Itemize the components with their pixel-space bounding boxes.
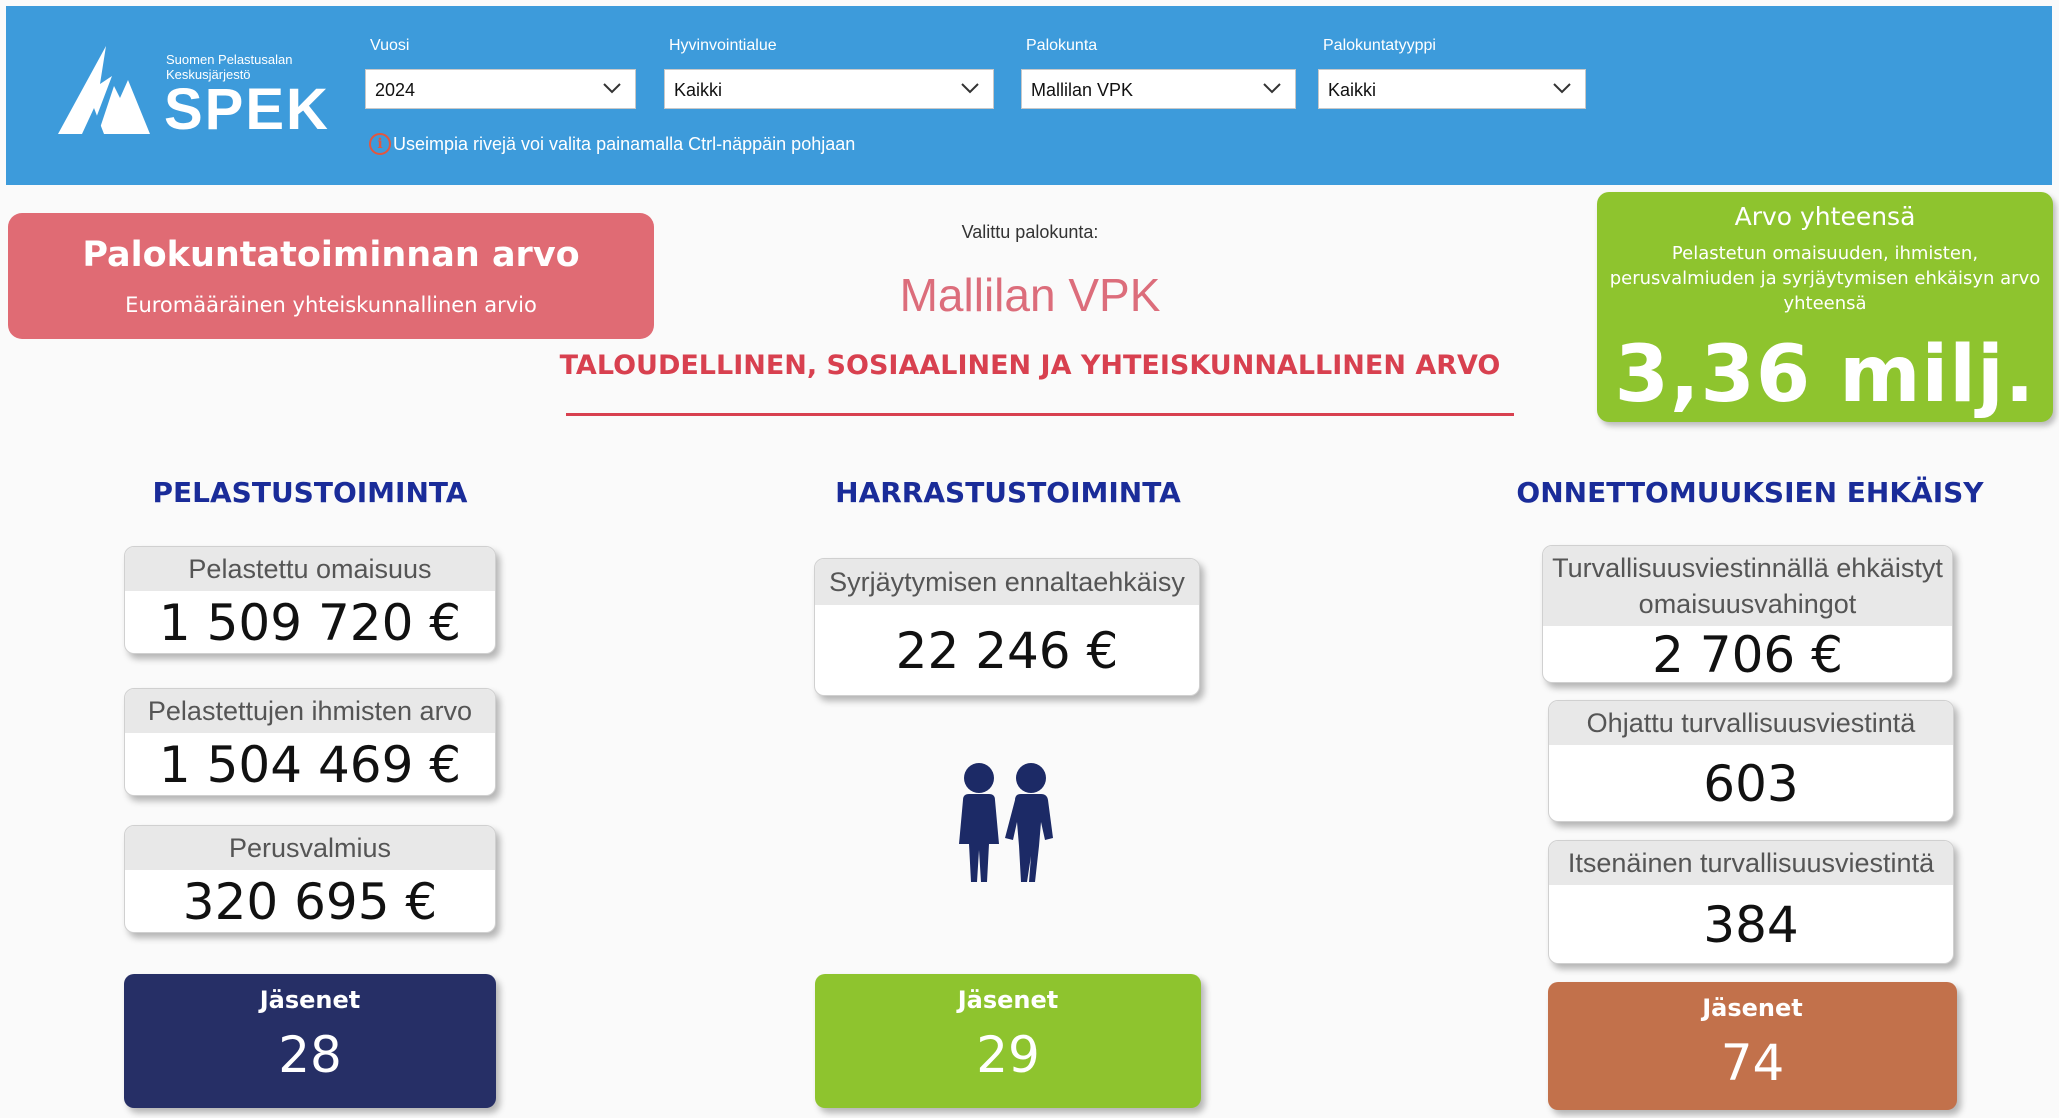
members-card-rescue: Jäsenet 28 — [124, 974, 496, 1108]
filter-type-select[interactable]: Kaikki — [1318, 69, 1586, 109]
members-card-prevention: Jäsenet 74 — [1548, 982, 1957, 1110]
metric-value: 603 — [1703, 755, 1799, 813]
filter-brigade-select[interactable]: Mallilan VPK — [1021, 69, 1296, 109]
selected-brigade-value: Mallilan VPK — [899, 269, 1161, 321]
chevron-down-icon — [961, 83, 979, 94]
value-heading: TALOUDELLINEN, SOSIAALINEN JA YHTEISKUNN… — [559, 350, 1501, 381]
filter-type-value: Kaikki — [1328, 80, 1377, 100]
filter-region-select[interactable]: Kaikki — [664, 69, 994, 109]
metric-card-rescued-property: Pelastettu omaisuus 1 509 720 € — [124, 546, 496, 654]
metric-label: Syrjäytymisen ennaltaehkäisy — [815, 559, 1199, 605]
metric-card-exclusion-prevention: Syrjäytymisen ennaltaehkäisy 22 246 € — [814, 558, 1200, 696]
filter-year-label: Vuosi — [370, 37, 410, 54]
summary-title: Palokuntatoiminnan arvo — [82, 235, 580, 275]
header-bar: Suomen Pelastusalan Keskusjärjestö SPEK … — [6, 6, 2052, 185]
summary-card: Palokuntatoiminnan arvo Euromääräinen yh… — [8, 213, 654, 339]
metric-label: Itsenäinen turvallisuusviestintä — [1549, 841, 1953, 885]
summary-subtitle: Euromääräinen yhteiskunnallinen arvio — [125, 293, 537, 317]
total-value: 3,36 milj. — [1614, 330, 2036, 420]
members-value: 29 — [976, 1026, 1040, 1084]
heading-divider — [566, 413, 1514, 416]
metric-card-rescued-people: Pelastettujen ihmisten arvo 1 504 469 € — [124, 688, 496, 796]
metric-card-readiness: Perusvalmius 320 695 € — [124, 825, 496, 933]
metric-card-prevented-damage: Turvallisuusviestinnällä ehkäistyt omais… — [1542, 545, 1953, 683]
metric-card-guided-communication: Ohjattu turvallisuusviestintä 603 — [1548, 700, 1954, 822]
info-icon: i — [369, 133, 391, 155]
total-value-card: Arvo yhteensä Pelastetun omaisuuden, ihm… — [1597, 192, 2053, 422]
metric-value: 1 504 469 € — [158, 736, 462, 794]
members-value: 74 — [1720, 1034, 1785, 1092]
metric-value: 384 — [1703, 896, 1799, 954]
metric-label: Perusvalmius — [125, 826, 495, 870]
filter-brigade-label: Palokunta — [1026, 37, 1098, 54]
members-card-hobby: Jäsenet 29 — [815, 974, 1201, 1108]
members-value: 28 — [278, 1026, 342, 1084]
members-label: Jäsenet — [259, 986, 361, 1014]
filter-region-label: Hyvinvointialue — [669, 37, 777, 54]
metric-value: 320 695 € — [182, 873, 438, 931]
metric-label: Pelastettu omaisuus — [125, 547, 495, 591]
members-label: Jäsenet — [957, 986, 1059, 1014]
hint-text: Useimpia rivejä voi valita painamalla Ct… — [393, 133, 856, 154]
filter-year-select[interactable]: 2024 — [365, 69, 636, 109]
logo-line1: Suomen Pelastusalan — [166, 52, 293, 67]
total-description: Pelastetun omaisuuden, ihmisten, perusva… — [1609, 243, 2041, 314]
spek-logo: Suomen Pelastusalan Keskusjärjestö SPEK — [54, 40, 328, 142]
metric-value: 2 706 € — [1652, 626, 1843, 683]
metric-value: 22 246 € — [895, 622, 1119, 680]
logo-brand: SPEK — [164, 77, 330, 142]
metric-card-independent-communication: Itsenäinen turvallisuusviestintä 384 — [1548, 840, 1954, 964]
members-label: Jäsenet — [1702, 994, 1803, 1022]
filter-type-label: Palokuntatyyppi — [1323, 37, 1436, 54]
section-title-hobby: HARRASTUSTOIMINTA — [835, 476, 1181, 509]
people-icon — [959, 763, 1053, 882]
total-title: Arvo yhteensä — [1734, 202, 1916, 231]
spek-flame-icon — [58, 46, 150, 134]
filter-year-value: 2024 — [375, 80, 416, 100]
selected-brigade-label: Valittu palokunta: — [961, 222, 1099, 242]
chevron-down-icon — [1553, 83, 1571, 94]
section-title-prevention: ONNETTOMUUKSIEN EHKÄISY — [1516, 476, 1984, 509]
chevron-down-icon — [1263, 83, 1281, 94]
metric-label: Pelastettujen ihmisten arvo — [125, 689, 495, 733]
metric-label: Ohjattu turvallisuusviestintä — [1549, 701, 1953, 745]
multi-select-hint: i Useimpia rivejä voi valita painamalla … — [369, 133, 855, 155]
metric-label: Turvallisuusviestinnällä ehkäistyt omais… — [1543, 546, 1952, 626]
chevron-down-icon — [603, 83, 621, 94]
metric-value: 1 509 720 € — [158, 594, 462, 652]
section-title-rescue: PELASTUSTOIMINTA — [152, 476, 468, 509]
filter-region-value: Kaikki — [674, 80, 723, 100]
filter-brigade-value: Mallilan VPK — [1031, 80, 1134, 100]
